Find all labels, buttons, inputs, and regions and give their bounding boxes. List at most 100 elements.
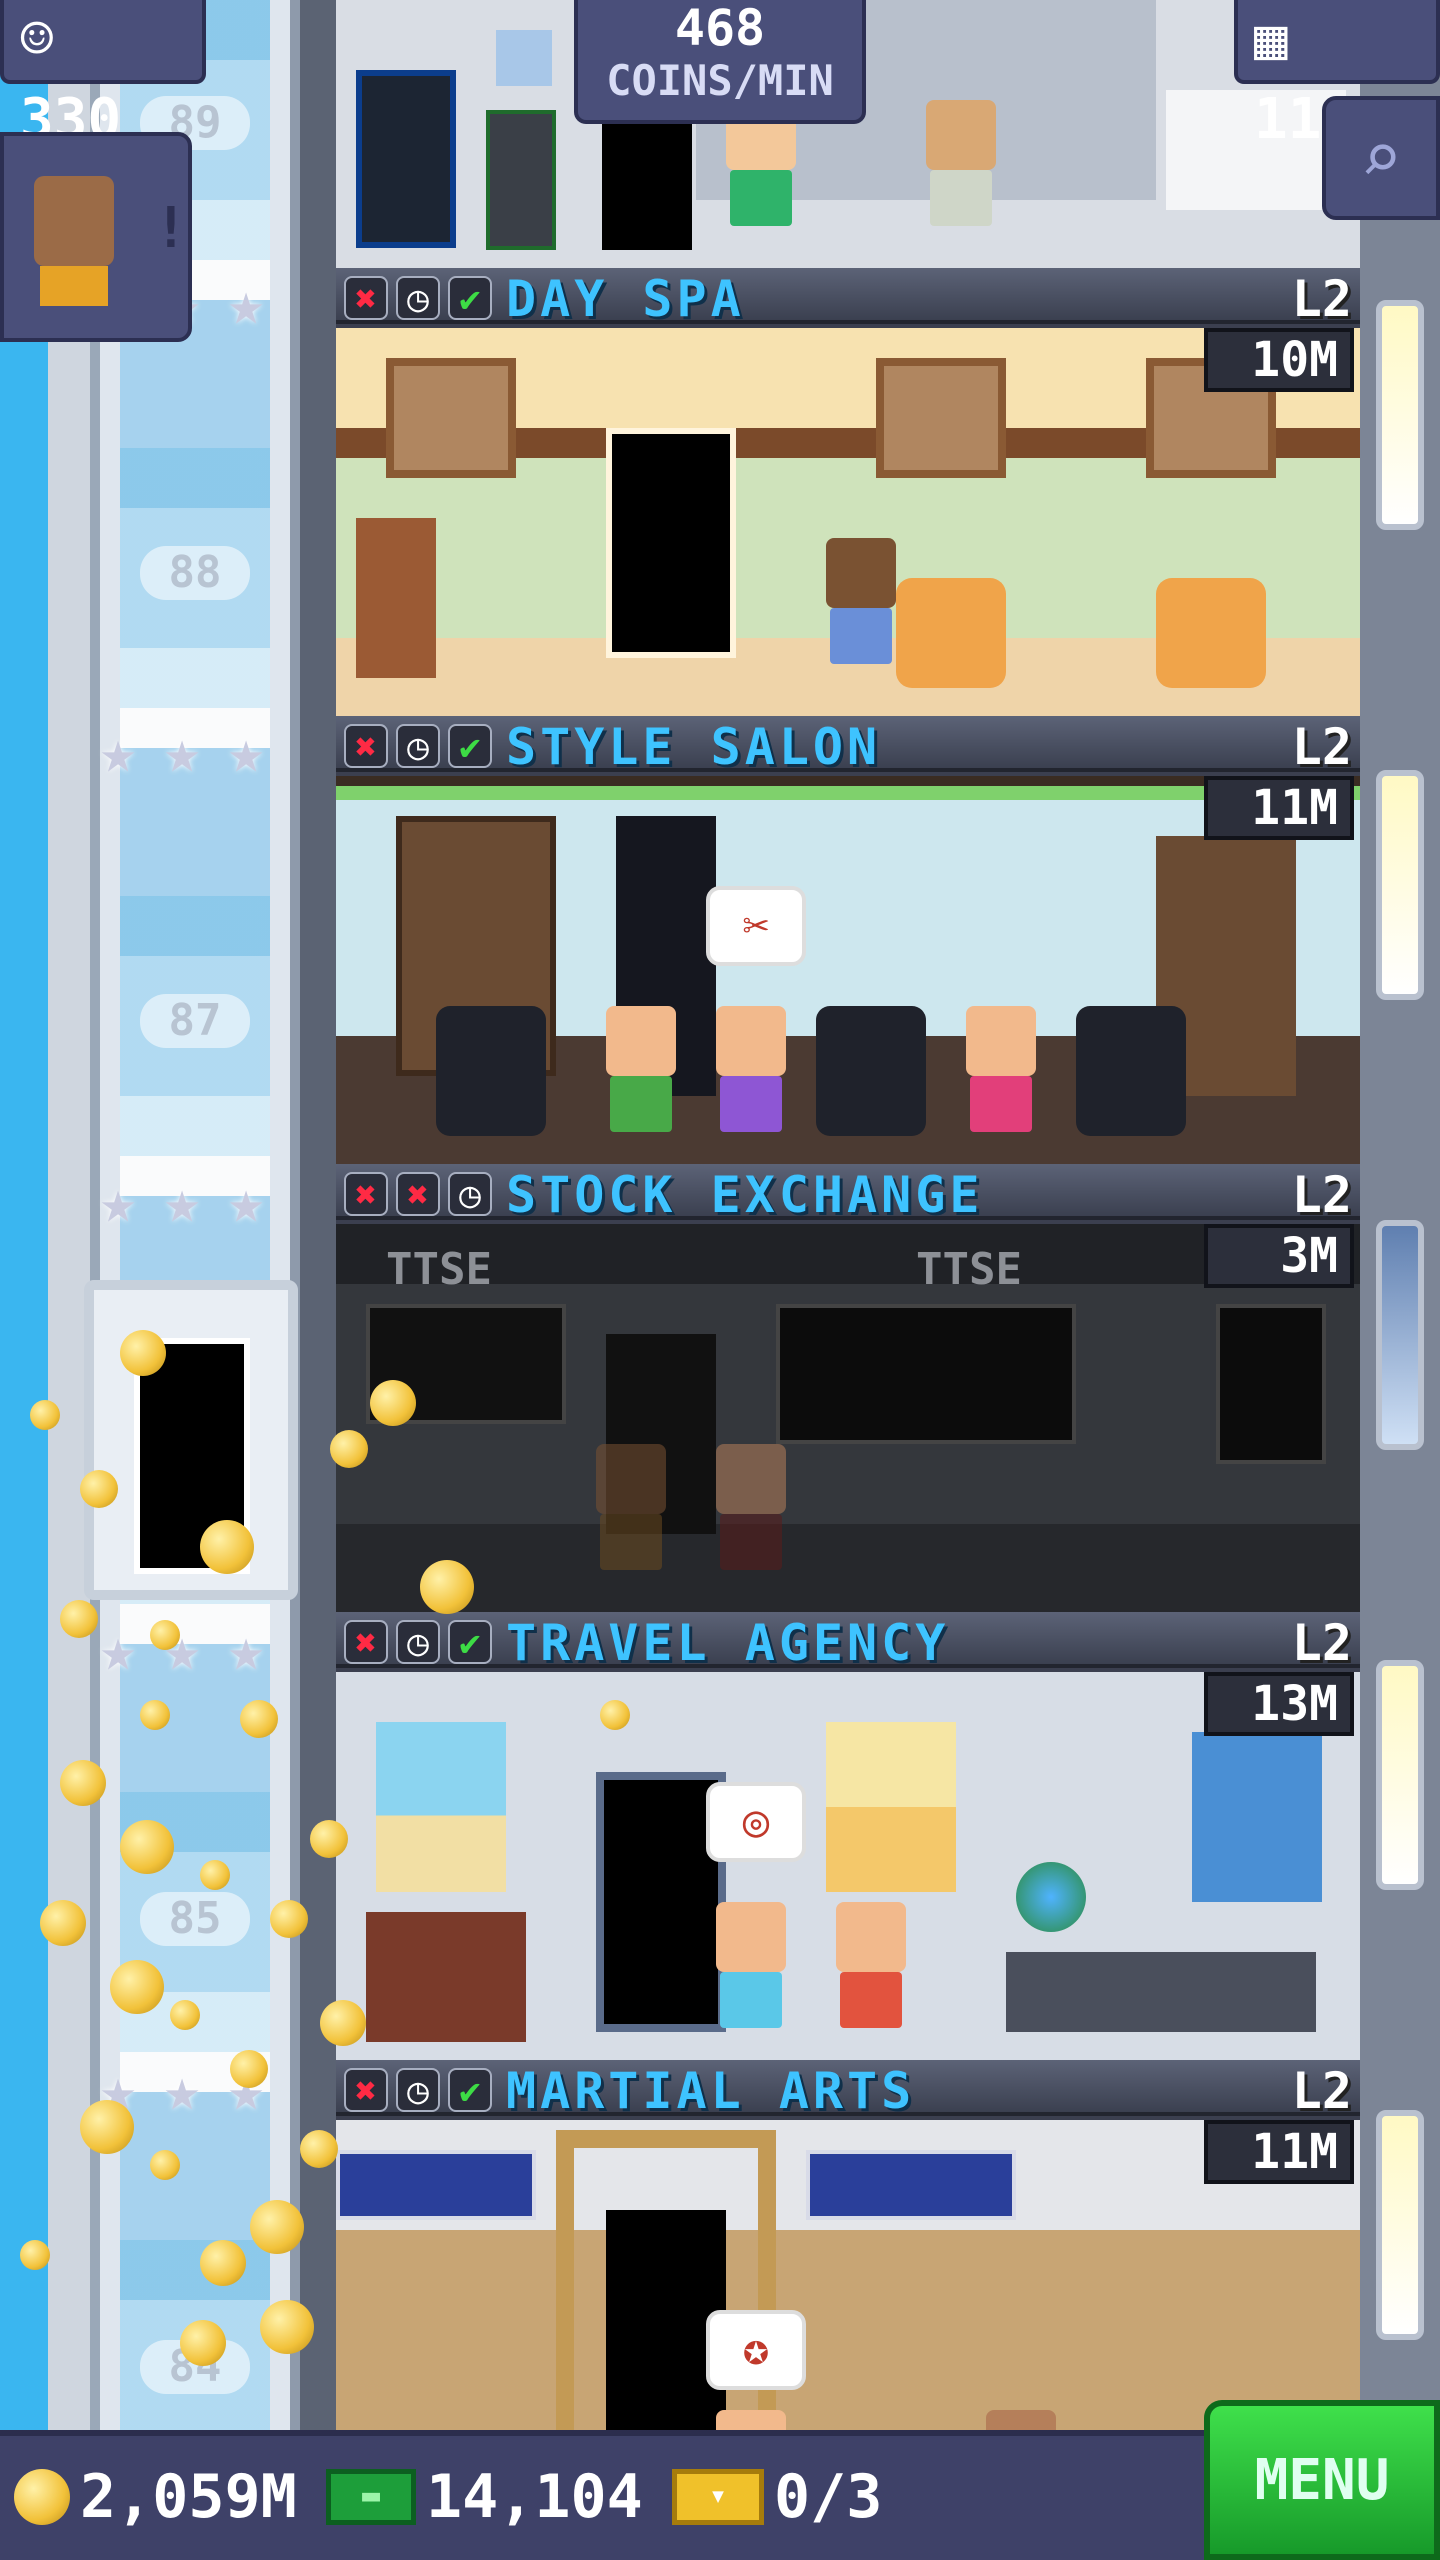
elevator-shaft: 89 ★ ★ ★ 88 ★ ★ ★ 87 ★ ★ ★ ★ ★ ★ 85 ★ ★ … — [0, 0, 336, 2430]
spa-chair — [896, 578, 1006, 688]
star-icon: ★ — [164, 717, 201, 787]
wall-calendar — [496, 30, 552, 86]
resident-person[interactable] — [916, 100, 1006, 250]
status-check-icon: ✔ — [448, 724, 492, 768]
visitor-person[interactable] — [826, 1902, 916, 2052]
falling-coin — [250, 2200, 304, 2254]
floor-stars: ★ ★ ★ — [100, 722, 288, 782]
stock-monitor — [1216, 1304, 1326, 1464]
search-button[interactable]: ⌕ — [1322, 96, 1440, 220]
visitor-person[interactable] — [706, 1006, 796, 1156]
ticket-icon: ▾ — [672, 2469, 764, 2525]
star-icon: ★ — [100, 1167, 137, 1237]
floor-day-spa[interactable]: ✖ ◷ ✔ DAY SPA L2 10M — [336, 268, 1360, 716]
wall-light — [1376, 300, 1424, 530]
falling-coin — [120, 1330, 166, 1376]
medal-bubble: ✪ — [706, 2310, 806, 2390]
floor-travel-agency[interactable]: ✖ ◷ ✔ TRAVEL AGENCY L2 ◎ 13M — [336, 1612, 1360, 2060]
status-clock-icon: ◷ — [448, 1172, 492, 1216]
falling-coin — [30, 1400, 60, 1430]
person-head — [716, 2410, 786, 2430]
london-poster — [1192, 1732, 1322, 1902]
floor-stars: ★ ★ ★ — [100, 1172, 288, 1232]
status-check-icon: ✔ — [448, 1620, 492, 1664]
floors-counter[interactable]: ▦ 118 — [1234, 0, 1440, 152]
trader-person[interactable] — [706, 1444, 796, 1594]
fridge — [486, 110, 556, 250]
falling-coin — [420, 1560, 474, 1614]
person-head — [926, 100, 996, 170]
falling-coin — [110, 1960, 164, 2014]
salon-chair — [1076, 1006, 1186, 1136]
floor-name: TRAVEL AGENCY — [506, 1614, 950, 1672]
person-head — [966, 1006, 1036, 1076]
building-icon: ▦ — [1254, 7, 1288, 72]
floor-level: L2 — [1291, 718, 1352, 776]
floor-martial-arts[interactable]: ✖ ◷ ✔ MARTIAL ARTS L2 ✪ 11M — [336, 2060, 1360, 2430]
status-x-icon: ✖ — [344, 1172, 388, 1216]
globe — [1016, 1862, 1086, 1932]
trader-person[interactable] — [586, 1444, 676, 1594]
visitor-person[interactable] — [706, 2410, 796, 2430]
status-x-icon: ✖ — [344, 2068, 388, 2112]
elevator-car[interactable] — [84, 1280, 298, 1600]
population-counter[interactable]: ☺ 330 — [0, 0, 206, 152]
status-x-icon: ✖ — [396, 1172, 440, 1216]
falling-coin — [120, 1820, 174, 1874]
falling-coin — [260, 2300, 314, 2354]
staff-person[interactable] — [976, 2410, 1066, 2430]
status-x-icon: ✖ — [344, 1620, 388, 1664]
status-x-icon: ✖ — [344, 276, 388, 320]
vip-visitor-card[interactable]: ! — [0, 132, 192, 342]
wall-light — [1376, 2110, 1424, 2340]
floor-header: ✖ ◷ ✔ DAY SPA L2 — [336, 268, 1360, 328]
visitor-person[interactable] — [816, 538, 906, 688]
menu-button[interactable]: MENU — [1204, 2400, 1440, 2560]
person-head — [716, 1006, 786, 1076]
visitor-person[interactable] — [956, 1006, 1046, 1156]
falling-coin — [60, 1600, 98, 1638]
star-icon: ★ — [164, 1167, 201, 1237]
floor-number-88: 88 — [140, 546, 250, 600]
dojo-banner — [806, 2150, 1016, 2220]
floor-stock-exchange[interactable]: ✖ ✖ ◷ STOCK EXCHANGE L2 TTSE TTSE 3M — [336, 1164, 1360, 1612]
status-clock-icon: ◷ — [396, 276, 440, 320]
falling-coin — [40, 1900, 86, 1946]
travel-poster — [376, 1722, 506, 1892]
falling-coin — [600, 1700, 630, 1730]
person-head — [596, 1444, 666, 1514]
status-x-icon: ✖ — [344, 724, 388, 768]
falling-coin — [270, 1900, 308, 1938]
tower-bux-balance[interactable]: ▬ 14,104 — [326, 2462, 643, 2532]
bux-icon: ▬ — [326, 2469, 416, 2525]
floor-name: DAY SPA — [506, 270, 745, 328]
floor-style-salon[interactable]: ✖ ◷ ✔ STYLE SALON L2 ✂ 11M — [336, 716, 1360, 1164]
falling-coin — [230, 2050, 268, 2088]
visitor-person[interactable] — [596, 1006, 686, 1156]
falling-coin — [370, 1380, 416, 1426]
dojo-banner — [336, 2150, 536, 2220]
falling-coin — [300, 2130, 338, 2168]
floor-name: STYLE SALON — [506, 718, 882, 776]
person-body — [600, 1514, 662, 1570]
salon-chair — [436, 1006, 546, 1136]
person-icon: ☺ — [20, 7, 54, 72]
falling-coin — [180, 2320, 226, 2366]
alert-icon: ! — [154, 196, 188, 261]
coins-balance[interactable]: 2,059M — [14, 2462, 297, 2532]
floor-header: ✖ ◷ ✔ STYLE SALON L2 — [336, 716, 1360, 776]
ttse-sign: TTSE — [386, 1244, 492, 1295]
wall-light — [1376, 1220, 1424, 1450]
person-head — [606, 1006, 676, 1076]
tickets-balance[interactable]: ▾ 0/3 — [672, 2462, 882, 2532]
status-clock-icon: ◷ — [396, 724, 440, 768]
falling-coin — [200, 2240, 246, 2286]
room-door — [602, 110, 692, 250]
falling-coin — [60, 1760, 106, 1806]
person-body — [730, 170, 792, 226]
spa-chair — [1156, 578, 1266, 688]
visitor-person[interactable] — [706, 1902, 796, 2052]
status-clock-icon: ◷ — [396, 1620, 440, 1664]
floor-stock: 11M — [1204, 2120, 1354, 2184]
person-head — [716, 1902, 786, 1972]
